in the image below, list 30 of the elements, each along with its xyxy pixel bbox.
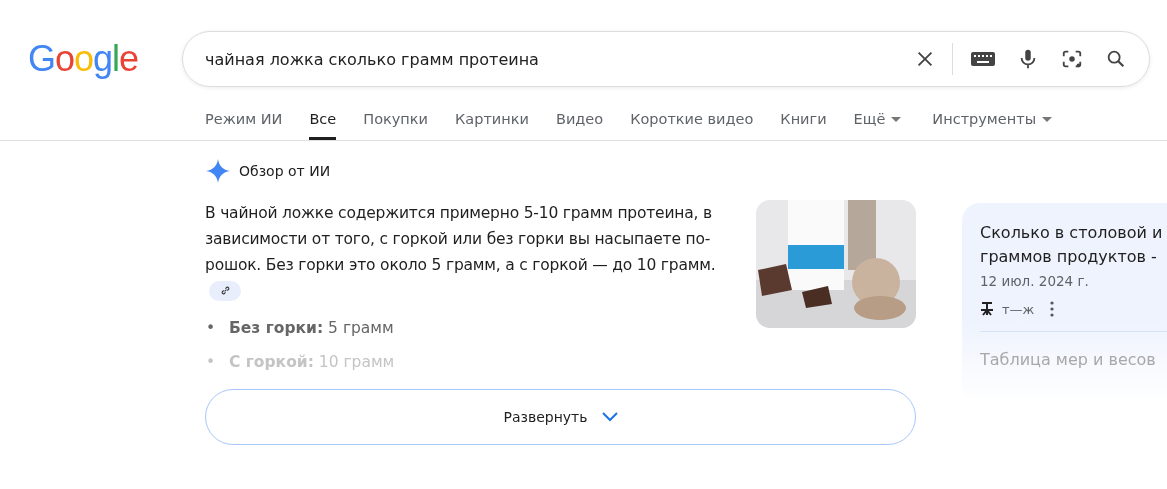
search-tab[interactable]: Все <box>309 111 337 140</box>
search-tab[interactable]: Ещё <box>853 111 902 140</box>
chevron-down-icon <box>601 412 618 422</box>
sparkle-icon <box>206 159 230 183</box>
bullet-item: Без горки: 5 грамм <box>229 319 394 337</box>
site-icon <box>980 302 994 316</box>
search-tab[interactable]: Покупки <box>363 111 429 140</box>
bullet-marker: • <box>205 318 217 338</box>
search-tab[interactable]: Видео <box>555 111 604 140</box>
overview-paragraph: В чайной ложке содержится примерно 5-10 грамм протеина, в зависимости от того, с горкой или без горки вы насыпаете по- рошок. Без горки это около 5 грамм, а с горкой — до 10 грамм. <box>205 203 717 276</box>
search-tab[interactable]: Картинки <box>455 111 529 140</box>
overview-title: Обзор от ИИ <box>239 163 331 179</box>
search-icon[interactable] <box>1105 48 1127 70</box>
camera-icon[interactable] <box>1061 48 1083 70</box>
source-date: 12 июл. 2024 г. <box>980 273 1090 289</box>
search-tab[interactable]: Книги <box>780 111 827 140</box>
source-snippet: Таблица мер и весов <box>980 350 1157 369</box>
expand-button[interactable]: Развернуть <box>205 389 916 445</box>
source-title[interactable]: Сколько в столовой и граммов продуктов - <box>980 221 1167 269</box>
search-tab[interactable]: Режим ИИ <box>205 111 283 140</box>
link-button[interactable] <box>209 281 241 301</box>
link-icon <box>219 284 231 296</box>
logo[interactable]: Google <box>28 38 182 80</box>
more-icon[interactable] <box>1050 301 1055 317</box>
search-tab[interactable]: Короткие видео <box>630 111 754 140</box>
bullet-marker: • <box>205 352 217 372</box>
bullet-item: С горкой: 10 грамм <box>229 353 395 371</box>
keyboard-icon[interactable] <box>971 51 995 67</box>
search-tab[interactable]: Инструменты <box>932 111 1053 140</box>
source-site[interactable]: т—ж <box>1002 301 1035 317</box>
